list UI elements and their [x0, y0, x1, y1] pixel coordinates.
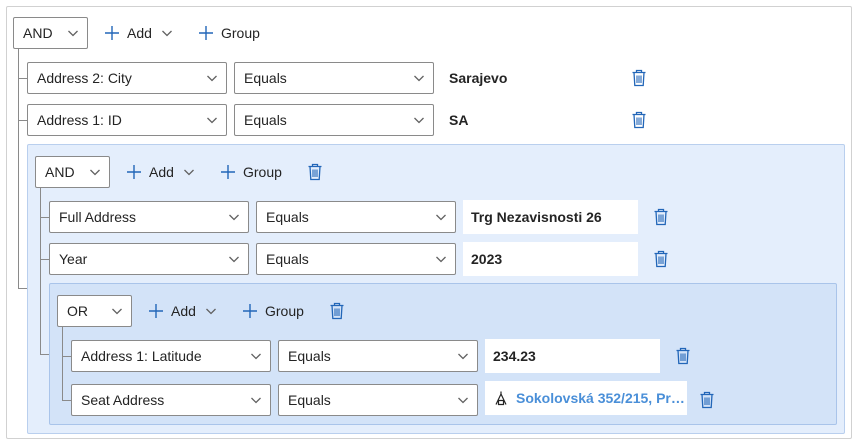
lookup-link[interactable]: Sokolovská 352/215, Prah... [516, 390, 686, 406]
operator-dropdown[interactable]: Equals [234, 104, 434, 136]
operator-value: Equals [266, 209, 309, 225]
trash-icon[interactable] [699, 391, 715, 409]
operator-dropdown[interactable]: Equals [256, 201, 456, 233]
trash-icon[interactable] [631, 69, 647, 87]
root-row-connector [18, 78, 27, 79]
field-dropdown[interactable]: Address 1: ID [27, 104, 227, 136]
group-connector [18, 288, 27, 289]
group-row-connector [40, 259, 49, 260]
chevron-down-icon [67, 27, 79, 39]
group-logical-operator-value: AND [45, 164, 75, 180]
group-group-button[interactable]: Group [242, 297, 304, 325]
group-group-label: Group [265, 303, 304, 319]
chevron-down-icon [457, 394, 469, 406]
trash-icon[interactable] [653, 208, 669, 226]
field-dropdown[interactable]: Seat Address [71, 384, 271, 416]
chevron-down-icon [89, 166, 101, 178]
field-value: Address 1: Latitude [81, 348, 202, 364]
root-group-label: Group [221, 25, 260, 41]
plus-icon [104, 25, 120, 41]
group-row-connector [62, 356, 71, 357]
condition-value-input[interactable]: 2023 [463, 242, 638, 276]
root-row-connector [18, 120, 27, 121]
operator-dropdown[interactable]: Equals [256, 243, 456, 275]
operator-dropdown[interactable]: Equals [234, 62, 434, 94]
plus-icon [148, 303, 164, 319]
chevron-down-icon [413, 72, 425, 84]
condition-value-input[interactable]: Trg Nezavisnosti 26 [463, 200, 638, 234]
root-add-button[interactable]: Add [104, 19, 173, 47]
group-add-button[interactable]: Add [148, 297, 217, 325]
plus-icon [126, 164, 142, 180]
operator-value: Equals [288, 348, 331, 364]
plus-icon [242, 303, 258, 319]
group-connector [40, 354, 49, 355]
trash-icon[interactable] [631, 111, 647, 129]
condition-value-input[interactable]: Sarajevo [449, 62, 507, 94]
root-tree-line [18, 49, 19, 288]
operator-value: Equals [288, 392, 331, 408]
group-row-connector [62, 400, 71, 401]
root-logical-operator-value: AND [23, 25, 53, 41]
operator-value: Equals [244, 70, 287, 86]
group-logical-operator-value: OR [67, 303, 88, 319]
field-dropdown[interactable]: Address 2: City [27, 62, 227, 94]
field-dropdown[interactable]: Year [49, 243, 249, 275]
trash-icon[interactable] [307, 163, 323, 181]
chevron-down-icon [435, 211, 447, 223]
plus-icon [220, 164, 236, 180]
chevron-down-icon [228, 253, 240, 265]
plus-icon [198, 25, 214, 41]
field-value: Seat Address [81, 392, 165, 408]
group-group-button[interactable]: Group [220, 158, 282, 186]
operator-dropdown[interactable]: Equals [278, 340, 478, 372]
field-value: Address 1: ID [37, 112, 122, 128]
condition-value-input[interactable]: 234.23 [485, 339, 660, 373]
trash-icon[interactable] [675, 347, 691, 365]
group-logical-operator-dropdown[interactable]: AND [35, 156, 110, 188]
chevron-down-icon [205, 305, 217, 317]
field-dropdown[interactable]: Full Address [49, 201, 249, 233]
chevron-down-icon [435, 253, 447, 265]
group-add-button[interactable]: Add [126, 158, 195, 186]
group-tree-line [40, 188, 41, 354]
root-group-button[interactable]: Group [198, 19, 260, 47]
chevron-down-icon [161, 27, 173, 39]
chevron-down-icon [183, 166, 195, 178]
chevron-down-icon [250, 394, 262, 406]
root-logical-operator-dropdown[interactable]: AND [13, 17, 88, 49]
operator-value: Equals [244, 112, 287, 128]
group-add-label: Add [171, 303, 196, 319]
field-value: Address 2: City [37, 70, 132, 86]
operator-dropdown[interactable]: Equals [278, 384, 478, 416]
chevron-down-icon [206, 114, 218, 126]
trash-icon[interactable] [329, 302, 345, 320]
field-value: Full Address [59, 209, 137, 225]
group-add-label: Add [149, 164, 174, 180]
lookup-value-input[interactable]: Sokolovská 352/215, Prah... [485, 381, 687, 415]
group-row-connector [40, 217, 49, 218]
entity-icon [495, 391, 507, 406]
chevron-down-icon [250, 350, 262, 362]
chevron-down-icon [228, 211, 240, 223]
root-add-label: Add [127, 25, 152, 41]
trash-icon[interactable] [653, 250, 669, 268]
chevron-down-icon [111, 305, 123, 317]
group-logical-operator-dropdown[interactable]: OR [57, 295, 132, 327]
group-tree-line [62, 326, 63, 400]
field-value: Year [59, 251, 88, 267]
chevron-down-icon [413, 114, 425, 126]
field-dropdown[interactable]: Address 1: Latitude [71, 340, 271, 372]
group-group-label: Group [243, 164, 282, 180]
operator-value: Equals [266, 251, 309, 267]
chevron-down-icon [457, 350, 469, 362]
chevron-down-icon [206, 72, 218, 84]
condition-value-input[interactable]: SA [449, 104, 468, 136]
